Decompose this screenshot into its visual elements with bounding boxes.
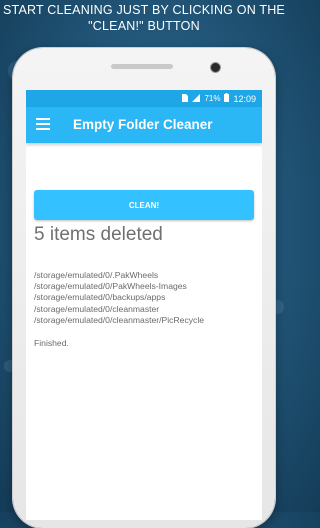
status-bar-right: 71% 12:09 xyxy=(182,93,256,104)
result-heading: 5 items deleted xyxy=(34,224,163,245)
app-toolbar: Empty Folder Cleaner xyxy=(26,107,262,143)
promo-banner: START CLEANING JUST BY CLICKING ON THE "… xyxy=(0,2,288,34)
deleted-paths-list: /storage/emulated/0/.PakWheels /storage/… xyxy=(34,270,204,326)
signal-icon xyxy=(192,93,201,104)
clock: 12:09 xyxy=(233,93,256,104)
list-item: /storage/emulated/0/cleanmaster xyxy=(34,303,160,314)
status-bar: 71% 12:09 xyxy=(26,90,262,107)
clean-button[interactable]: CLEAN! xyxy=(34,190,254,220)
list-item: /storage/emulated/0/.PakWheels xyxy=(34,270,159,280)
promo-banner-line2: "CLEAN!" BUTTON xyxy=(88,19,200,33)
app-screen: 71% 12:09 Empty Folder Cleaner CLEAN! 5 … xyxy=(26,90,262,520)
finished-status: Finished. xyxy=(34,338,69,348)
promo-banner-line1: START CLEANING JUST BY CLICKING ON THE xyxy=(3,3,285,17)
list-item: /storage/emulated/0/backups/apps xyxy=(34,292,166,303)
battery-icon xyxy=(224,93,230,104)
list-item: /storage/emulated/0/PakWheels-Images xyxy=(34,281,187,292)
phone-camera xyxy=(210,62,221,73)
list-item: /storage/emulated/0/cleanmaster/PicRecyc… xyxy=(34,314,205,325)
sim-icon xyxy=(182,93,189,104)
app-title: Empty Folder Cleaner xyxy=(73,117,213,132)
phone-frame: 71% 12:09 Empty Folder Cleaner CLEAN! 5 … xyxy=(13,48,275,528)
battery-level: 71% xyxy=(204,94,221,103)
phone-speaker xyxy=(111,64,173,69)
hamburger-menu-icon[interactable] xyxy=(36,118,50,132)
